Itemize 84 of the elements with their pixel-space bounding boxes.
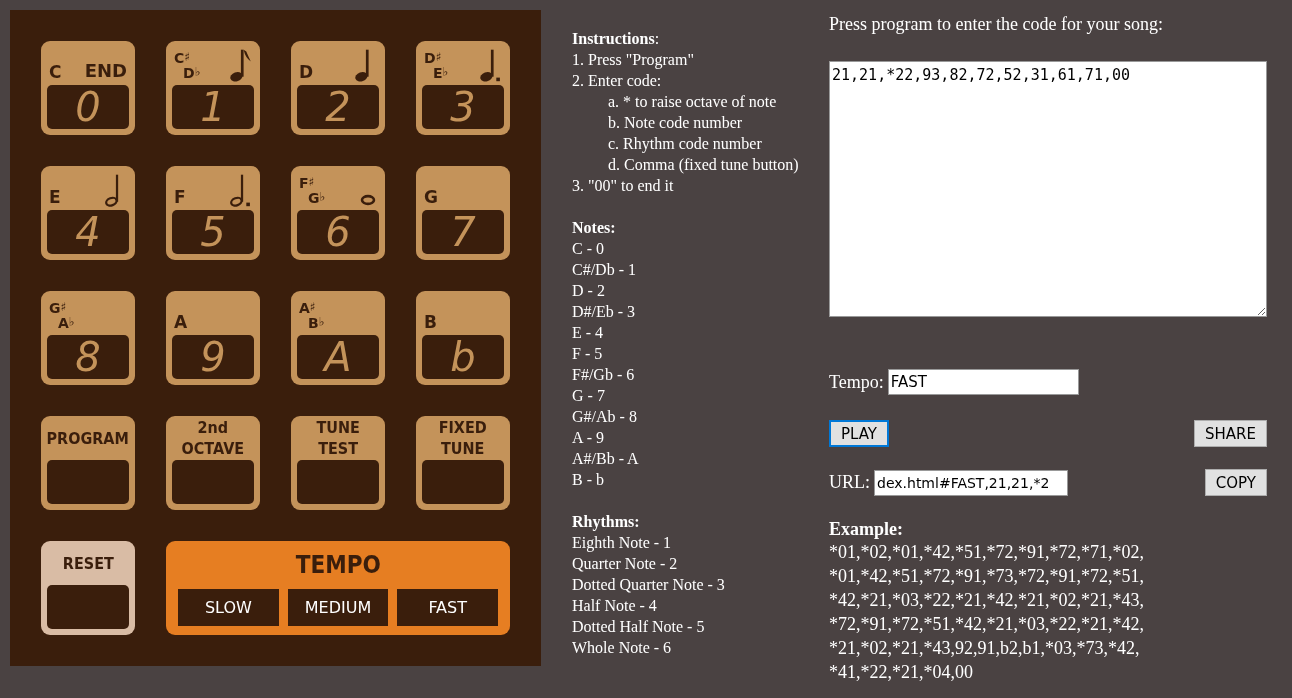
key-digit: 7 [450,210,476,254]
note-label: B [424,314,437,331]
legend-item: G#/Ab - 8 [572,407,638,427]
example-code: *01,*02,*01,*42,*51,*72,*91,*72,*71,*02, *01,*42,*51,*72,*91,*73,*72,*91,*72,*51, *42,*21,*03,*22,*21,*42,*21,*02,*21,*43, *72,*91,*72,*51,*42,*21,*03,*22,*21,*42, *21,*02,*21,*43,92,91,b2,b1,*03,*73,*42, *41,*22,*21,*04,00 [829,541,1145,684]
legend-item: Quarter Note - 2 [572,554,679,574]
key-digit: 2 [325,85,351,129]
eighth-note-icon [228,47,252,83]
note-label: C [49,64,62,81]
reset-key[interactable]: RESET [41,541,135,635]
legend-item: A#/Bb - A [572,449,640,469]
keypad-key[interactable]: PROGRAM [41,416,135,510]
share-button[interactable]: SHARE [1194,420,1267,447]
prompt-text: Press program to enter the code for your song: [829,13,1164,36]
key-digit: 5 [200,210,226,254]
instruction-step: a. * to raise octave of note [590,91,822,112]
key-digit: 0 [75,85,101,129]
section-title: Rhythms: [572,512,641,532]
instruction-step: 2. Enter code: [572,70,822,91]
note-label: G [424,189,438,206]
legend-item: C#/Db - 1 [572,260,637,280]
whole-note-icon [359,194,377,206]
key-digit: 6 [325,210,351,254]
legend-item: D#/Eb - 3 [572,302,637,322]
legend-item: B - b [572,470,605,490]
section-title: Example: [829,518,904,540]
section-title: Instructions: [572,29,661,49]
legend-item: F#/Gb - 6 [572,365,636,385]
key-digit: 8 [75,335,101,379]
note-label: E [49,189,61,206]
key-label: 2nd OCTAVE [181,417,245,459]
key-label: TUNE TEST [316,417,360,459]
code-field[interactable]: 21,21,*22,93,82,72,52,31,61,71,00 [829,61,1267,317]
field-label: URL: [829,472,870,493]
key-digit: b [450,335,476,379]
tempo-title: TEMPO [295,550,381,581]
key-label: PROGRAM [46,427,130,449]
section-title: Notes: [572,218,617,238]
note-label: D [299,64,314,81]
key-label: RESET [62,552,114,574]
keypad-key[interactable]: A 9 [166,291,260,385]
legend-item: E - 4 [572,323,605,343]
keypad-key[interactable]: D 2 [291,41,385,135]
legend-item: F - 5 [572,344,604,364]
dotted-note-icon [228,172,252,208]
dotted-note-icon [478,47,502,83]
key-label: FIXED TUNE [438,417,488,459]
note-label: F [174,189,186,206]
keypad-key[interactable]: TUNE TEST [291,416,385,510]
field-label: Tempo: [829,371,884,393]
instruction-step: 3. "00" to end it [572,175,822,196]
instruction-step: d. Comma (fixed tune button) [590,154,822,175]
legend-item: G - 7 [572,386,606,406]
key-digit: 1 [200,85,226,129]
legend-item: Dotted Quarter Note - 3 [572,575,726,595]
url-field[interactable]: dex.html#FAST,21,21,*2 [874,469,1068,496]
key-digit: 9 [200,335,226,379]
keypad-key[interactable]: G 7 [416,166,510,260]
instruction-step: c. Rhythm code number [590,133,822,154]
legend-item: A - 9 [572,428,605,448]
legend-item: Whole Note - 6 [572,638,673,658]
key-digit: 4 [75,210,101,254]
keypad-key[interactable]: FIXED TUNE [416,416,510,510]
key-digit: 3 [450,85,476,129]
legend-item: C - 0 [572,239,605,259]
tempo-field[interactable]: FAST [887,369,1079,395]
legend-item: Eighth Note - 1 [572,533,673,553]
legend-item: Half Note - 4 [572,596,658,616]
legend-item: Dotted Half Note - 5 [572,617,706,637]
tempo-button[interactable]: SLOW [178,589,279,626]
key-label: END [84,61,127,83]
keypad-key[interactable]: 2nd OCTAVE [166,416,260,510]
copy-button[interactable]: COPY [1204,469,1267,496]
tempo-button[interactable]: FAST [397,589,498,626]
keypad-key[interactable]: B b [416,291,510,385]
play-button[interactable]: PLAY [829,420,889,447]
key-digit: A [324,335,352,379]
keypad-key[interactable]: F 5 [166,166,260,260]
instruction-step: b. Note code number [590,112,822,133]
keypad-key[interactable]: E 4 [41,166,135,260]
instruction-step: 1. Press "Program" [572,49,822,70]
legend-item: D - 2 [572,281,606,301]
keypad-key[interactable]: C END 0 [41,41,135,135]
note-label: A [174,314,188,331]
tempo-button[interactable]: MEDIUM [287,589,389,626]
